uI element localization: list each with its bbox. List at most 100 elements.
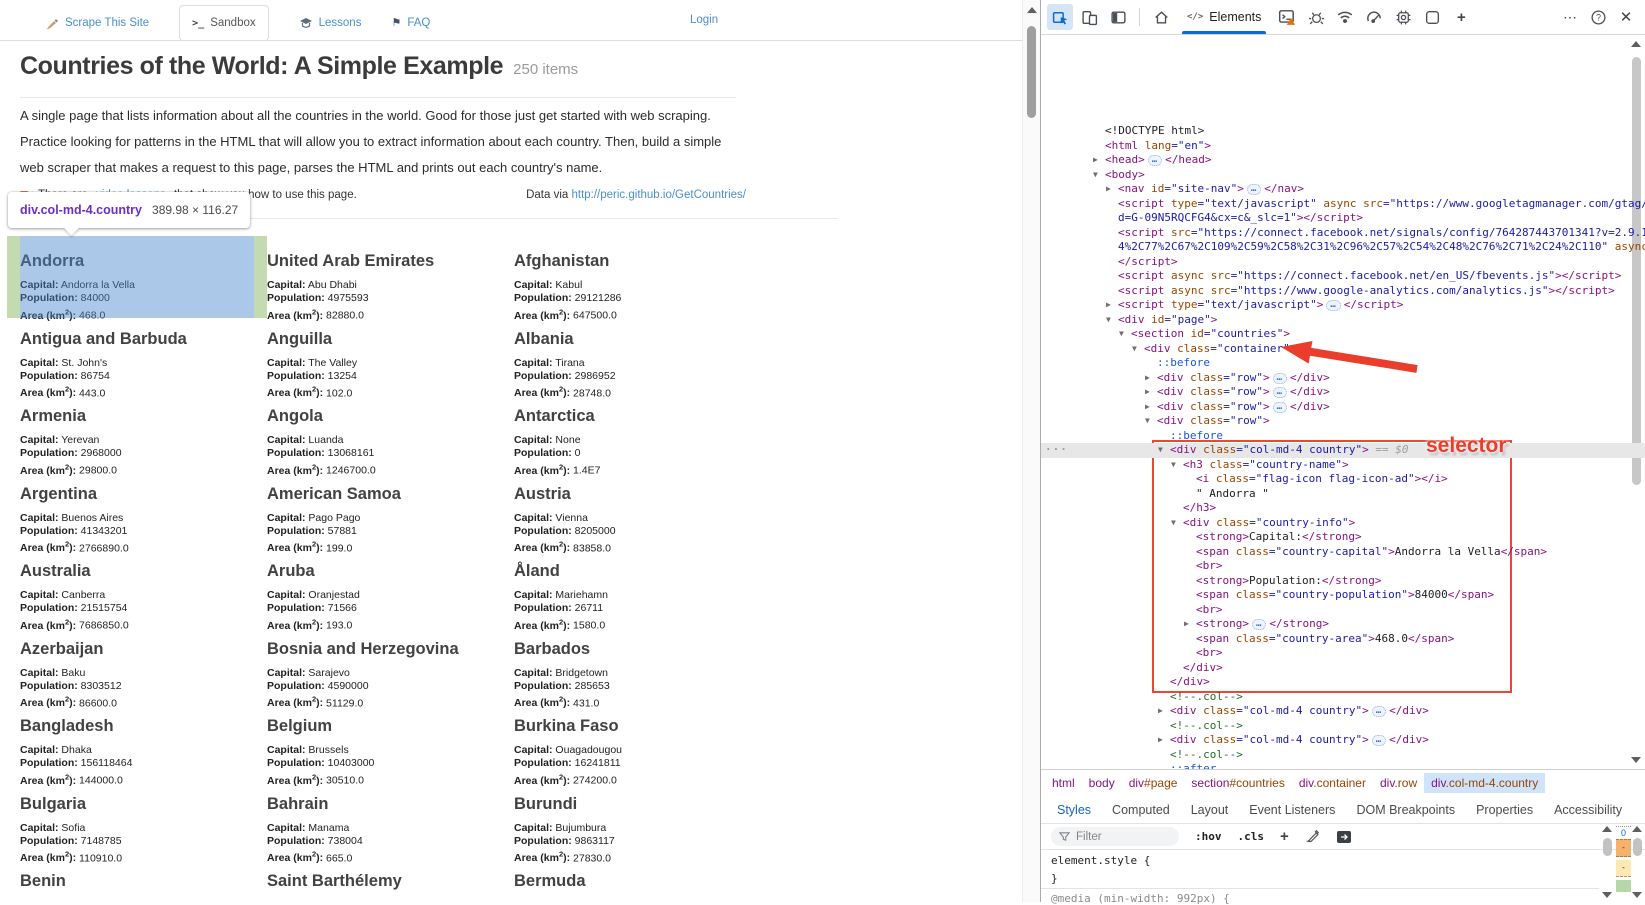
dom-tree-line[interactable]: <br> <box>1041 559 1645 574</box>
expand-open-icon[interactable]: ▼ <box>1132 342 1137 357</box>
dom-tree-line[interactable]: ▼<div class="country-info"> <box>1041 516 1645 531</box>
styles-tab-dom-breakpoints[interactable]: DOM Breakpoints <box>1356 803 1455 817</box>
breadcrumb-item[interactable]: body <box>1082 773 1122 793</box>
scroll-up-icon[interactable] <box>1027 7 1037 13</box>
expand-closed-icon[interactable]: ▶ <box>1184 617 1189 632</box>
application-icon[interactable] <box>1419 4 1445 30</box>
collapsed-children-icon[interactable]: … <box>1273 387 1287 398</box>
dom-tree-line[interactable]: ▶<div class="row">…</div> <box>1041 385 1645 400</box>
dom-tree-line[interactable]: <script async src="https://www.google-an… <box>1041 284 1645 299</box>
toggle-class[interactable]: .cls <box>1238 830 1265 843</box>
expand-closed-icon[interactable]: ▶ <box>1093 153 1098 168</box>
collapsed-children-icon[interactable]: … <box>1148 155 1162 166</box>
dom-tree-line[interactable]: ▼<section id="countries"> <box>1041 327 1645 342</box>
dom-tree-line[interactable]: <span class="country-area">468.0</span> <box>1041 632 1645 647</box>
dom-tree-line[interactable]: <!--.col--> <box>1041 719 1645 734</box>
expand-open-icon[interactable]: ▼ <box>1106 313 1111 328</box>
breadcrumb-item[interactable]: div#page <box>1122 773 1185 793</box>
scrollbar-thumb[interactable] <box>1633 838 1642 856</box>
expand-closed-icon[interactable]: ▶ <box>1145 385 1150 400</box>
scrollbar-thumb[interactable] <box>1027 26 1036 118</box>
dom-tree-line[interactable]: ▼<div class="row"> <box>1041 414 1645 429</box>
expand-closed-icon[interactable]: ▶ <box>1158 704 1163 719</box>
element-style-rule[interactable]: element.style { <box>1051 854 1150 867</box>
scroll-up-icon[interactable] <box>1602 826 1612 832</box>
home-icon[interactable] <box>1148 4 1174 30</box>
expand-open-icon[interactable]: ▼ <box>1093 168 1098 183</box>
styles-scrollbar[interactable] <box>1600 826 1615 898</box>
help-icon[interactable]: ? <box>1585 4 1611 30</box>
styles-tab-properties[interactable]: Properties <box>1476 803 1533 817</box>
data-source-link[interactable]: http://peric.github.io/GetCountries/ <box>571 189 746 201</box>
filter-input[interactable]: Filter <box>1051 827 1179 846</box>
expand-open-icon[interactable]: ▼ <box>1145 414 1150 429</box>
collapsed-children-icon[interactable]: … <box>1372 706 1386 717</box>
breadcrumb-item[interactable]: div.container <box>1292 773 1373 793</box>
collapsed-children-icon[interactable]: … <box>1273 402 1287 413</box>
tab-elements[interactable]: </>Elements <box>1177 0 1271 34</box>
dom-tree-line[interactable]: ::before <box>1041 429 1645 444</box>
breadcrumb-item[interactable]: html <box>1045 773 1082 793</box>
console-icon[interactable] <box>1274 4 1300 30</box>
page-scrollbar[interactable] <box>1022 0 1040 902</box>
dom-tree-line[interactable]: ▼<div class="col-md-4 country"> == $0 <box>1041 443 1645 458</box>
expand-open-icon[interactable]: ▼ <box>1171 516 1176 531</box>
dom-tree-line[interactable]: ▶<strong>…</strong> <box>1041 617 1645 632</box>
dom-tree-line[interactable]: </div> <box>1041 675 1645 690</box>
expand-closed-icon[interactable]: ▶ <box>1145 400 1150 415</box>
styles-tab-styles[interactable]: Styles <box>1057 803 1091 817</box>
memory-icon[interactable] <box>1390 4 1416 30</box>
expand-closed-icon[interactable]: ▶ <box>1106 298 1111 313</box>
breadcrumb-item[interactable]: div.col-md-4.country <box>1424 773 1545 793</box>
performance-icon[interactable] <box>1361 4 1387 30</box>
dom-tree-line[interactable]: <span class="country-capital">Andorra la… <box>1041 545 1645 560</box>
collapsed-children-icon[interactable]: … <box>1372 735 1386 746</box>
scroll-up-icon[interactable] <box>1632 826 1642 832</box>
scroll-up-icon[interactable] <box>1631 41 1641 47</box>
dom-tree-line[interactable]: <strong>Population:</strong> <box>1041 574 1645 589</box>
inspect-icon[interactable] <box>1047 4 1073 30</box>
dom-tree-line[interactable]: ▶<div class="col-md-4 country">…</div> <box>1041 733 1645 748</box>
toggle-hover-state[interactable]: :hov <box>1195 830 1222 843</box>
dom-tree-line[interactable]: <!--.col--> <box>1041 748 1645 763</box>
dom-tree-line[interactable]: <html lang="en"> <box>1041 139 1645 154</box>
scrollbar-thumb[interactable] <box>1603 838 1612 856</box>
dom-tree-line[interactable]: <script src="https://connect.facebook.ne… <box>1041 226 1645 241</box>
collapsed-children-icon[interactable]: … <box>1252 619 1266 630</box>
more-icon[interactable]: ⋯ <box>1557 4 1583 30</box>
expand-closed-icon[interactable]: ▶ <box>1145 371 1150 386</box>
dom-tree-line[interactable]: ▶<nav id="site-nav">…</nav> <box>1041 182 1645 197</box>
dom-tree-line[interactable]: <span class="country-population">84000</… <box>1041 588 1645 603</box>
dom-tree-line[interactable]: d=G-09N5RQCFG4&cx=c&_slc=1"></script> <box>1041 211 1645 226</box>
scroll-down-icon[interactable] <box>1632 892 1642 898</box>
dom-tree-line[interactable]: ▶<div class="col-md-4 country">…</div> <box>1041 704 1645 719</box>
new-style-rule-icon[interactable]: + <box>1280 828 1289 845</box>
dom-tree-line[interactable]: <!DOCTYPE html> <box>1041 124 1645 139</box>
expand-closed-icon[interactable]: ▶ <box>1158 733 1163 748</box>
breadcrumb-item[interactable]: section#countries <box>1184 773 1291 793</box>
styles-tab-layout[interactable]: Layout <box>1191 803 1229 817</box>
dom-tree-line[interactable]: ▼<h3 class="country-name"> <box>1041 458 1645 473</box>
debug-icon[interactable] <box>1303 4 1329 30</box>
nav-tab-sandbox[interactable]: >_Sandbox <box>179 5 268 41</box>
nav-tab-faq[interactable]: ⚑FAQ <box>391 5 430 40</box>
dom-tree-line[interactable]: <i class="flag-icon flag-icon-ad"></i> <box>1041 472 1645 487</box>
expand-open-icon[interactable]: ▼ <box>1171 458 1176 473</box>
dom-tree-line[interactable]: ▼<div id="page"> <box>1041 313 1645 328</box>
dom-tree-line[interactable]: ▼<body> <box>1041 168 1645 183</box>
dom-tree-line[interactable]: ▶<head>…</head> <box>1041 153 1645 168</box>
dom-tree-line[interactable]: ▶<script type="text/javascript">…</scrip… <box>1041 298 1645 313</box>
box-model-scrollbar[interactable] <box>1630 826 1645 898</box>
panel-layout-icon[interactable] <box>1105 4 1131 30</box>
login-link[interactable]: Login <box>690 14 718 26</box>
rendering-brush-icon[interactable] <box>1305 829 1320 844</box>
dom-tree-line[interactable]: <br> <box>1041 646 1645 661</box>
expand-open-icon[interactable]: ▼ <box>1119 327 1124 342</box>
line-menu-icon[interactable]: ... <box>1045 440 1068 455</box>
dom-tree-line[interactable]: <strong>Capital:</strong> <box>1041 530 1645 545</box>
nav-tab-lessons[interactable]: Lessons <box>299 5 362 40</box>
computed-pane-toggle-icon[interactable] <box>1336 830 1352 844</box>
breadcrumb-item[interactable]: div.row <box>1373 773 1424 793</box>
dom-tree-line[interactable]: </div> <box>1041 661 1645 676</box>
dom-tree-line[interactable]: " Andorra " <box>1041 487 1645 502</box>
